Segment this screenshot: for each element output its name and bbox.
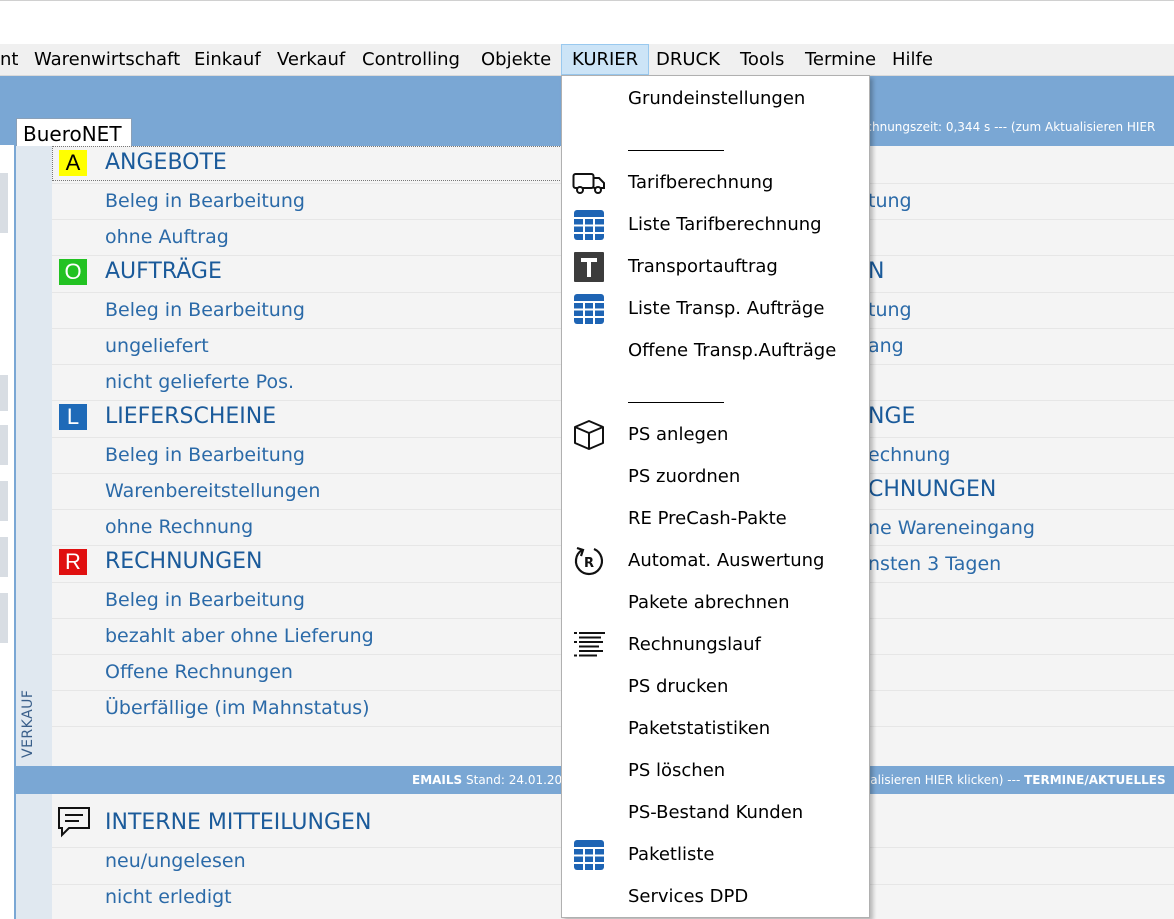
emails-side-label [16,794,52,919]
table-icon [572,209,606,241]
menu-ps-anlegen[interactable]: PS anlegen [562,414,869,456]
message-icon [57,806,91,838]
link-lieferscheine-beleg[interactable]: Beleg in Bearbeitung [105,444,305,466]
svg-text:R: R [584,556,594,571]
badge-angebote: A [59,150,87,176]
link-mitteilungen-neu[interactable]: neu/ungelesen [105,850,246,872]
menu-ps-loeschen[interactable]: PS löschen [562,750,869,792]
menu-item-einkauf[interactable]: Einkauf [184,44,271,75]
t-icon [572,251,606,283]
truck-icon [572,167,606,199]
link-mitteilungen-nicht-erledigt[interactable]: nicht erledigt [105,886,232,908]
right-link-fragment[interactable]: nsten 3 Tagen [868,553,1001,575]
link-angebote-beleg[interactable]: Beleg in Bearbeitung [105,190,305,212]
edge-bar [0,173,8,233]
heading-angebote[interactable]: ANGEBOTE [105,150,227,175]
link-rechnungen-offene[interactable]: Offene Rechnungen [105,661,293,683]
right-heading-fragment[interactable]: CHNUNGEN [868,477,996,502]
right-link-fragment[interactable]: ang [868,335,904,357]
menu-item-verkauf[interactable]: Verkauf [267,44,355,75]
right-link-fragment[interactable]: tung [868,299,912,321]
termine-status-text[interactable]: tualisieren HIER klicken) --- TERMINE/AK… [858,773,1166,787]
tab-bueronet[interactable]: BueroNET [16,118,132,148]
right-link-fragment[interactable]: tung [868,190,912,212]
menu-paketliste[interactable]: Paketliste [562,834,869,876]
menu-item-objekte[interactable]: Objekte [471,44,561,75]
link-auftraege-nicht-gelieferte[interactable]: nicht gelieferte Pos. [105,371,294,393]
title-bar [0,0,1174,44]
link-rechnungen-beleg[interactable]: Beleg in Bearbeitung [105,589,305,611]
menu-item-tools[interactable]: Tools [730,44,794,75]
edge-bar [0,375,8,411]
menu-item-druck[interactable]: DRUCK [646,44,730,75]
menu-liste-transp-auftraege[interactable]: Liste Transp. Aufträge [562,288,869,330]
menu-automat-auswertung[interactable]: R Automat. Auswertung [562,540,869,582]
edge-bar [0,537,8,577]
link-lieferscheine-warenbereit[interactable]: Warenbereitstellungen [105,480,320,502]
edge-bar [0,425,8,465]
menu-ps-bestand-kunden[interactable]: PS-Bestand Kunden [562,792,869,834]
menu-grundeinstellungen[interactable]: Grundeinstellungen [562,78,869,120]
status-info-text[interactable]: echnungszeit: 0,344 s --- (zum Aktualisi… [858,120,1155,134]
box-icon [572,419,606,451]
link-angebote-ohne-auftrag[interactable]: ohne Auftrag [105,226,229,248]
menu-pakete-abrechnen[interactable]: Pakete abrechnen [562,582,869,624]
left-edge-panel [0,145,14,919]
edge-bar [0,481,8,521]
table-icon [572,293,606,325]
heading-lieferscheine[interactable]: LIEFERSCHEINE [105,404,276,429]
edge-bar [0,593,8,643]
heading-auftraege[interactable]: AUFTRÄGE [105,259,222,284]
kurier-dropdown-menu: Grundeinstellungen Tarifberechnung Liste… [561,75,870,918]
menu-ps-zuordnen[interactable]: PS zuordnen [562,456,869,498]
right-heading-fragment[interactable]: NGE [868,404,915,429]
badge-auftraege: O [59,259,87,285]
menu-bar: nt Warenwirtschaft Einkauf Verkauf Contr… [0,44,1174,76]
menu-item-warenwirtschaft[interactable]: Warenwirtschaft [24,44,190,75]
link-rechnungen-bezahlt[interactable]: bezahlt aber ohne Lieferung [105,625,374,647]
menu-separator [628,150,724,151]
right-heading-fragment[interactable]: N [868,259,884,284]
menu-item-termine[interactable]: Termine [795,44,886,75]
badge-lieferscheine: L [59,404,87,430]
right-link-fragment[interactable]: ne Wareneingang [868,517,1035,539]
menu-offene-transp-auftraege[interactable]: Offene Transp.Aufträge [562,330,869,372]
verkauf-side-label: VERKAUF [16,146,52,766]
menu-services-dpd[interactable]: Services DPD [562,876,869,918]
badge-rechnungen: R [59,549,87,575]
menu-liste-tarifberechnung[interactable]: Liste Tarifberechnung [562,204,869,246]
menu-item-hilfe[interactable]: Hilfe [882,44,943,75]
right-link-fragment[interactable]: echnung [868,444,950,466]
menu-tarifberechnung[interactable]: Tarifberechnung [562,162,869,204]
list-icon [572,629,606,661]
table-icon [572,839,606,871]
heading-interne-mitteilungen[interactable]: INTERNE MITTEILUNGEN [105,810,371,835]
link-auftraege-beleg[interactable]: Beleg in Bearbeitung [105,299,305,321]
link-auftraege-ungeliefert[interactable]: ungeliefert [105,335,209,357]
menu-separator [628,402,724,403]
menu-re-precash-pakte[interactable]: RE PreCash-Pakte [562,498,869,540]
menu-transportauftrag[interactable]: Transportauftrag [562,246,869,288]
refresh-r-icon: R [572,545,606,577]
menu-item-kurier[interactable]: KURIER [561,44,650,75]
link-rechnungen-ueberfaellige[interactable]: Überfällige (im Mahnstatus) [105,697,370,719]
menu-item-controlling[interactable]: Controlling [352,44,470,75]
heading-rechnungen[interactable]: RECHNUNGEN [105,549,263,574]
menu-paketstatistiken[interactable]: Paketstatistiken [562,708,869,750]
link-lieferscheine-ohne-rechnung[interactable]: ohne Rechnung [105,516,253,538]
emails-status-text[interactable]: EMAILS Stand: 24.01.20 [412,773,562,787]
menu-ps-drucken[interactable]: PS drucken [562,666,869,708]
menu-rechnungslauf[interactable]: Rechnungslauf [562,624,869,666]
